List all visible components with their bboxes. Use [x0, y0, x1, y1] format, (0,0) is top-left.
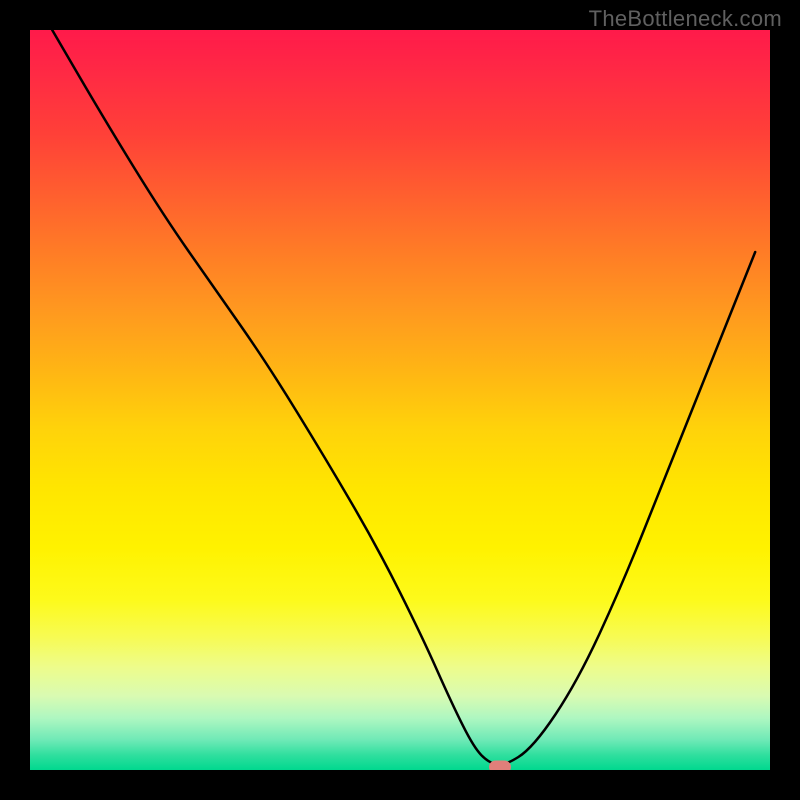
- optimal-marker: [489, 761, 511, 770]
- bottleneck-curve: [30, 30, 770, 770]
- chart-frame: TheBottleneck.com: [0, 0, 800, 800]
- plot-area: [30, 30, 770, 770]
- watermark-text: TheBottleneck.com: [589, 6, 782, 32]
